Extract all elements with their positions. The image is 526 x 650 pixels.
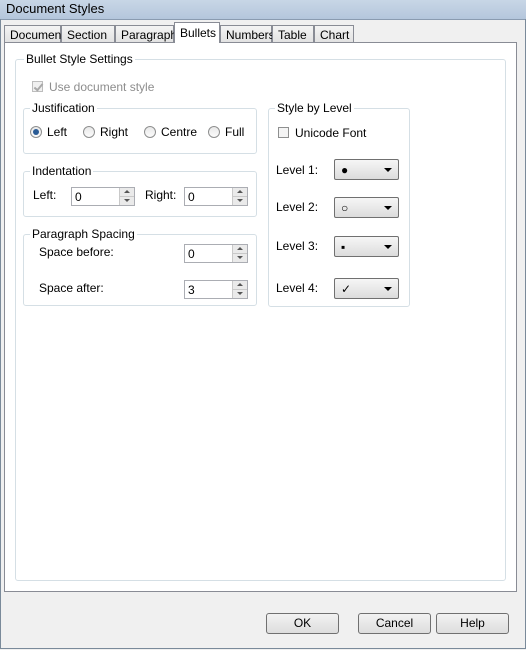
tab-label: Numbers	[226, 28, 275, 42]
paragraph-spacing-group: Paragraph Spacing Space before: 0 Space …	[23, 227, 257, 306]
level-4-combobox[interactable]: ✓	[334, 278, 399, 299]
indentation-label: Indentation	[30, 164, 94, 178]
tab-label: Bullets	[180, 26, 217, 40]
indentation-group: Indentation Left: 0 Right: 0	[23, 164, 257, 217]
chevron-down-icon	[384, 168, 392, 172]
indent-right-label: Right:	[145, 188, 177, 202]
justify-right-label: Right	[100, 125, 129, 139]
level-1-label: Level 1:	[276, 163, 319, 177]
use-document-style-label: Use document style	[49, 80, 155, 94]
indent-left-value: 0	[75, 190, 82, 204]
ok-button[interactable]: OK	[266, 613, 339, 634]
tab-section[interactable]: Section	[61, 25, 115, 42]
bullet-square-icon: ▪	[341, 240, 346, 254]
paragraph-spacing-label: Paragraph Spacing	[30, 227, 137, 241]
tab-bullets[interactable]: Bullets	[174, 22, 220, 43]
use-document-style-checkbox[interactable]	[32, 81, 43, 92]
level-4-label: Level 4:	[276, 281, 319, 295]
level-3-combobox[interactable]: ▪	[334, 236, 399, 257]
spin-down-button[interactable]	[233, 254, 247, 262]
spin-down-button[interactable]	[233, 290, 247, 298]
spin-up-button[interactable]	[233, 245, 247, 254]
level-2-label: Level 2:	[276, 200, 319, 214]
spin-up-button[interactable]	[233, 188, 247, 197]
spin-buttons	[119, 188, 134, 205]
help-button[interactable]: Help	[436, 613, 509, 634]
justify-full-radio[interactable]	[208, 126, 220, 138]
chevron-down-icon	[384, 287, 392, 291]
spin-up-button[interactable]	[120, 188, 134, 197]
space-before-label: Space before:	[39, 245, 114, 259]
space-after-spinner[interactable]: 3	[184, 280, 248, 299]
spin-buttons	[232, 245, 247, 262]
space-before-spinner[interactable]: 0	[184, 244, 248, 263]
justify-centre-label: Centre	[161, 125, 198, 139]
spin-buttons	[232, 188, 247, 205]
indent-left-spinner[interactable]: 0	[71, 187, 135, 206]
title-bar: Document Styles	[0, 0, 526, 20]
style-by-level-label: Style by Level	[275, 101, 354, 115]
tab-label: Section	[67, 28, 108, 42]
tab-paragraph[interactable]: Paragraph	[115, 25, 178, 42]
bullet-style-settings-label: Bullet Style Settings	[24, 52, 135, 66]
justify-left-label: Left	[47, 125, 68, 139]
bullet-checkmark-icon: ✓	[341, 282, 352, 296]
tab-numbers[interactable]: Numbers	[220, 25, 275, 42]
justification-label: Justification	[30, 101, 97, 115]
tab-chart[interactable]: Chart	[314, 25, 354, 42]
style-by-level-group: Style by Level Unicode Font Level 1: ● L…	[268, 101, 410, 307]
tab-label: Document	[10, 28, 65, 42]
bullet-filled-circle-icon: ●	[341, 163, 349, 177]
tab-label: Chart	[320, 28, 350, 42]
level-1-combobox[interactable]: ●	[334, 159, 399, 180]
bullets-tab-panel: Bullet Style Settings Use document style…	[4, 42, 517, 592]
level-2-combobox[interactable]: ○	[334, 197, 399, 218]
spin-up-button[interactable]	[233, 281, 247, 290]
window-title: Document Styles	[6, 1, 105, 16]
space-before-value: 0	[188, 247, 195, 261]
spin-buttons	[232, 281, 247, 298]
spin-down-button[interactable]	[233, 197, 247, 205]
indent-right-value: 0	[188, 190, 195, 204]
tab-label: Paragraph	[121, 28, 178, 42]
justification-group: Justification Left Right Centre Full	[23, 101, 257, 154]
unicode-font-label: Unicode Font	[295, 126, 367, 140]
chevron-down-icon	[384, 245, 392, 249]
justify-left-radio[interactable]	[30, 126, 42, 138]
cancel-button[interactable]: Cancel	[358, 613, 431, 634]
bullet-hollow-circle-icon: ○	[341, 201, 349, 215]
chevron-down-icon	[384, 206, 392, 210]
level-3-label: Level 3:	[276, 239, 319, 253]
space-after-value: 3	[188, 283, 195, 297]
tab-table[interactable]: Table	[272, 25, 314, 42]
spin-down-button[interactable]	[120, 197, 134, 205]
unicode-font-checkbox[interactable]	[278, 127, 289, 138]
tab-document[interactable]: Document	[4, 25, 65, 42]
indent-left-label: Left:	[33, 188, 57, 202]
indent-right-spinner[interactable]: 0	[184, 187, 248, 206]
justify-centre-radio[interactable]	[144, 126, 156, 138]
tab-label: Table	[278, 28, 307, 42]
justify-full-label: Full	[225, 125, 245, 139]
justify-right-radio[interactable]	[83, 126, 95, 138]
space-after-label: Space after:	[39, 281, 104, 295]
